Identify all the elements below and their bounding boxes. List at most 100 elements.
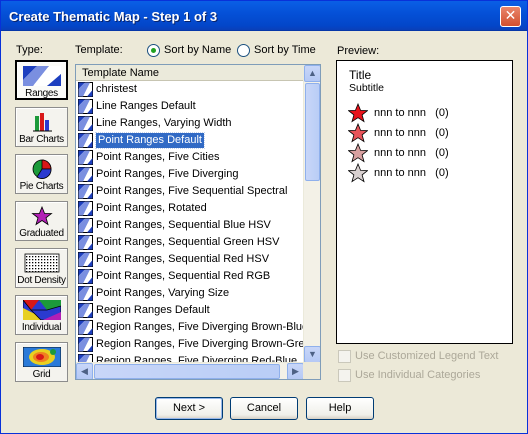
scroll-down-button[interactable]: ▼ — [304, 346, 320, 363]
legend-range-text: nnn to nnn (0) — [374, 127, 449, 139]
legend-range-text: nnn to nnn (0) — [374, 167, 449, 179]
template-row[interactable]: Point Ranges, Five Diverging — [76, 166, 304, 183]
template-icon — [78, 303, 93, 318]
window-title: Create Thematic Map - Step 1 of 3 — [9, 9, 218, 24]
template-row-label: Point Ranges, Five Sequential Spectral — [96, 185, 288, 197]
template-row-label: Point Ranges, Varying Size — [96, 287, 230, 299]
type-pie-charts-button[interactable]: Pie Charts — [15, 154, 68, 194]
template-icon — [78, 150, 93, 165]
template-row-label: Point Ranges, Sequential Blue HSV — [96, 219, 271, 231]
template-row-label: Point Ranges, Sequential Red RGB — [96, 270, 271, 282]
template-row-label: Point Ranges, Five Diverging — [96, 168, 239, 180]
legend-preview: Title Subtitle nnn to nnn (0) nnn to nnn … — [336, 60, 513, 344]
pie-chart-icon — [32, 159, 51, 179]
thematic-map-dialog: Create Thematic Map - Step 1 of 3 ✕ Type… — [0, 0, 528, 434]
type-dot-density-button[interactable]: Dot Density — [15, 248, 68, 288]
star-symbol-icon — [348, 103, 368, 123]
template-row[interactable]: Point Ranges, Five Cities — [76, 149, 304, 166]
preview-subtitle: Subtitle — [349, 82, 385, 94]
template-row[interactable]: Point Ranges, Sequential Red HSV — [76, 251, 304, 268]
legend-row: nnn to nnn (0) — [348, 163, 498, 183]
legend-range-text: nnn to nnn (0) — [374, 147, 449, 159]
template-row[interactable]: Point Ranges Default — [76, 132, 304, 149]
graduated-star-icon — [30, 206, 53, 226]
template-icon — [78, 201, 93, 216]
template-row[interactable]: Region Ranges, Five Diverging Brown-Gree — [76, 336, 304, 353]
scrollbar-corner — [303, 362, 320, 379]
type-grid-button[interactable]: Grid — [15, 342, 68, 382]
legend-range-text: nnn to nnn (0) — [374, 107, 449, 119]
cancel-button[interactable]: Cancel — [230, 397, 298, 420]
template-icon — [78, 82, 93, 97]
scroll-left-button[interactable]: ◀ — [76, 363, 93, 379]
template-icon — [78, 167, 93, 182]
legend-row: nnn to nnn (0) — [348, 143, 498, 163]
type-label: Type: — [16, 44, 43, 56]
template-icon — [78, 218, 93, 233]
title-bar[interactable]: Create Thematic Map - Step 1 of 3 ✕ — [1, 1, 527, 31]
template-row[interactable]: Point Ranges, Sequential Blue HSV — [76, 217, 304, 234]
template-icon — [78, 286, 93, 301]
star-symbol-icon — [348, 163, 368, 183]
type-ranges-button[interactable]: Ranges — [15, 60, 68, 100]
star-symbol-icon — [348, 123, 368, 143]
scroll-right-button[interactable]: ▶ — [287, 363, 304, 379]
template-row[interactable]: Region Ranges, Five Diverging Brown-Blue — [76, 319, 304, 336]
vertical-scrollbar[interactable]: ▲ ▼ — [303, 65, 320, 363]
help-button[interactable]: Help — [306, 397, 374, 420]
template-label: Template: — [75, 44, 123, 56]
template-icon — [78, 133, 93, 148]
type-graduated-label: Graduated — [19, 228, 64, 239]
template-row[interactable]: christest — [76, 81, 304, 98]
horizontal-scroll-thumb[interactable] — [94, 364, 280, 379]
template-row[interactable]: Point Ranges, Varying Size — [76, 285, 304, 302]
template-rows: christest Line Ranges Default Line Ranges,… — [76, 81, 304, 363]
template-icon — [78, 252, 93, 267]
template-row-label: christest — [96, 83, 137, 95]
type-bar-charts-button[interactable]: Bar Charts — [15, 107, 68, 147]
template-row-label: Line Ranges, Varying Width — [96, 117, 232, 129]
template-row[interactable]: Point Ranges, Five Sequential Spectral — [76, 183, 304, 200]
template-row[interactable]: Region Ranges Default — [76, 302, 304, 319]
template-icon — [78, 320, 93, 335]
individual-icon — [22, 300, 61, 320]
template-icon — [78, 269, 93, 284]
star-symbol-icon — [348, 143, 368, 163]
close-button[interactable]: ✕ — [500, 6, 521, 27]
template-icon — [78, 235, 93, 250]
template-icon — [78, 337, 93, 352]
next-button[interactable]: Next > — [155, 397, 223, 420]
template-list[interactable]: Template Name christest Line Ranges Defau… — [75, 64, 321, 380]
type-dot-density-label: Dot Density — [17, 275, 66, 286]
horizontal-scrollbar[interactable]: ◀ ▶ — [76, 362, 304, 379]
sort-by-time-label[interactable]: Sort by Time — [254, 44, 316, 56]
template-row[interactable]: Line Ranges Default — [76, 98, 304, 115]
template-row-label: Point Ranges, Sequential Green HSV — [96, 236, 280, 248]
template-row[interactable]: Line Ranges, Varying Width — [76, 115, 304, 132]
vertical-scroll-thumb[interactable] — [305, 83, 320, 181]
type-bar-charts-label: Bar Charts — [19, 134, 64, 145]
template-row[interactable]: Point Ranges, Sequential Green HSV — [76, 234, 304, 251]
template-name-column-header[interactable]: Template Name — [76, 65, 304, 81]
legend-row: nnn to nnn (0) — [348, 103, 498, 123]
template-row-label: Point Ranges, Rotated — [96, 202, 207, 214]
template-row[interactable]: Point Ranges, Rotated — [76, 200, 304, 217]
custom-legend-checkbox[interactable] — [338, 350, 351, 363]
template-icon — [78, 99, 93, 114]
scroll-up-button[interactable]: ▲ — [304, 65, 320, 82]
sort-by-name-label[interactable]: Sort by Name — [164, 44, 231, 56]
legend-row: nnn to nnn (0) — [348, 123, 498, 143]
template-row-label: Line Ranges Default — [96, 100, 196, 112]
template-row-label: Region Ranges, Five Diverging Brown-Gree — [96, 338, 304, 350]
sort-by-time-radio[interactable] — [237, 44, 250, 57]
sort-by-name-radio[interactable] — [147, 44, 160, 57]
type-individual-button[interactable]: Individual — [15, 295, 68, 335]
type-graduated-button[interactable]: Graduated — [15, 201, 68, 241]
grid-icon — [22, 347, 61, 367]
individual-categories-checkbox[interactable] — [338, 369, 351, 382]
template-row[interactable]: Point Ranges, Sequential Red RGB — [76, 268, 304, 285]
bar-chart-icon — [32, 113, 52, 132]
template-row-label: Point Ranges, Five Cities — [96, 151, 220, 163]
dot-density-icon — [24, 253, 59, 273]
type-ranges-label: Ranges — [25, 88, 58, 99]
